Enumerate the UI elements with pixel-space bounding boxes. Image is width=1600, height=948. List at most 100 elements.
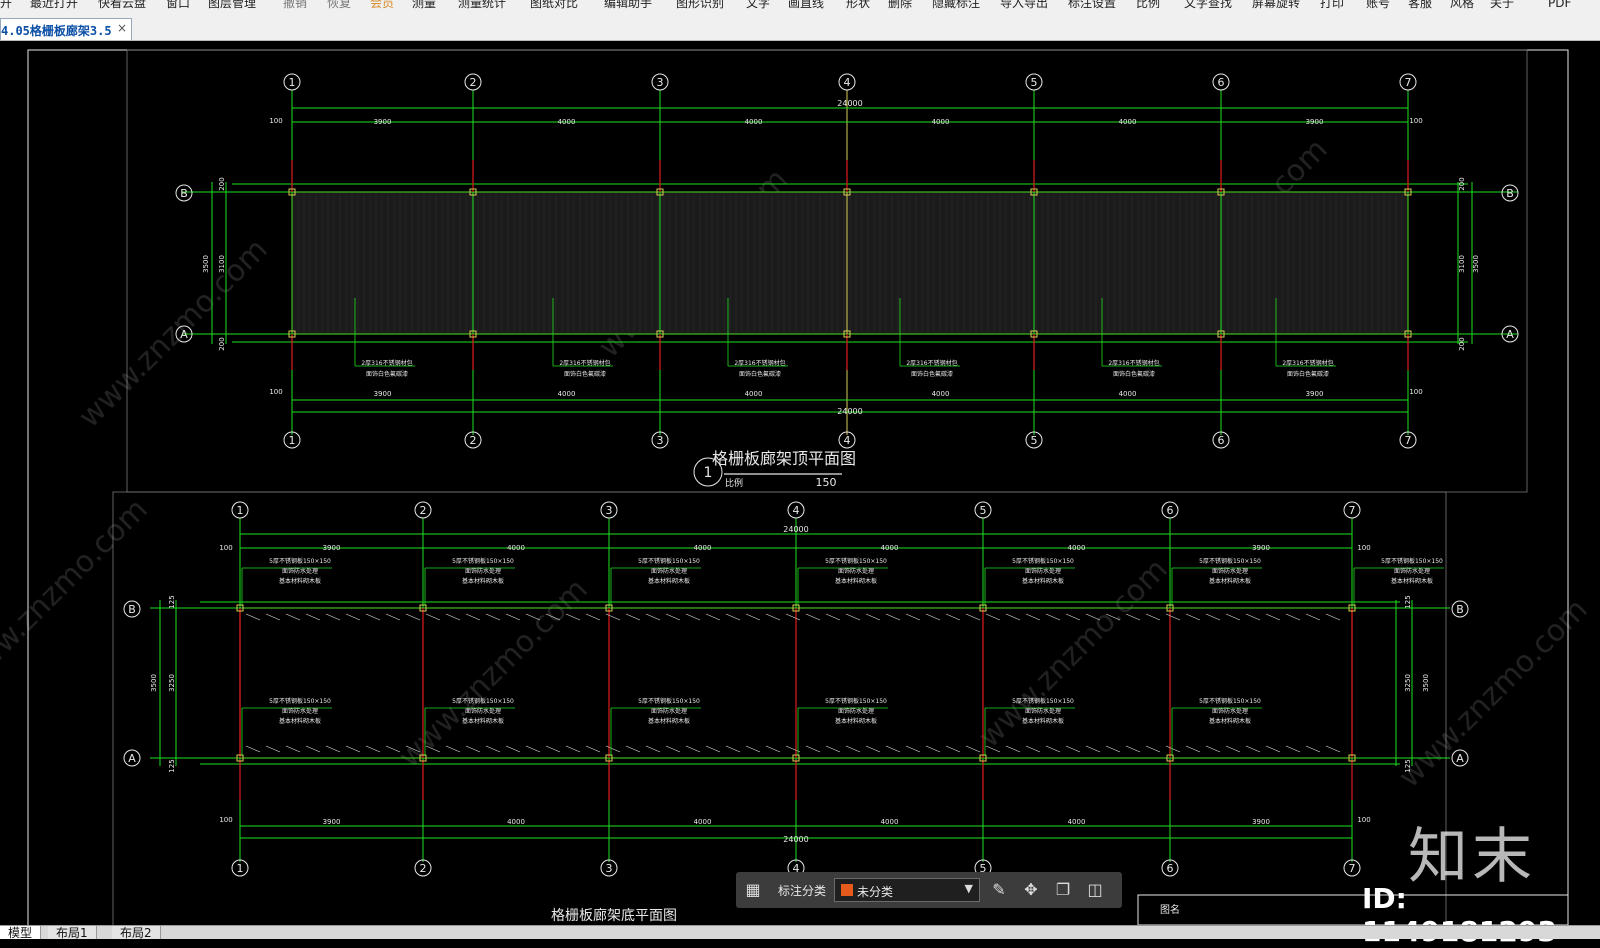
menu-item-27[interactable]: 关于 <box>1490 0 1514 10</box>
menu-item-13[interactable]: 文字 <box>746 0 770 10</box>
top-plan-note: 面饰白色氟碳漆 <box>911 370 953 378</box>
layout-tab-1[interactable]: 布局1 <box>48 926 97 939</box>
menu-item-20[interactable]: 比例 <box>1136 0 1160 10</box>
slat-mark <box>725 745 741 753</box>
slat-mark <box>565 745 581 753</box>
document-tab[interactable]: 4.05格栅板廊架3.5 × <box>0 18 132 40</box>
bottom-plan-span: 4000 <box>694 544 712 552</box>
slat-mark <box>745 745 761 753</box>
bottom-plan-ydim: 3500 <box>150 674 158 692</box>
menu-item-28[interactable]: PDF <box>1548 0 1571 10</box>
menu-item-10[interactable]: 图纸对比 <box>530 0 578 10</box>
layout-tab-bar: 模型 布局1 布局2 <box>0 925 1600 939</box>
layout-tab-2[interactable]: 布局2 <box>112 926 161 939</box>
slat-mark <box>925 745 941 753</box>
menu-item-25[interactable]: 客服 <box>1408 0 1432 10</box>
top-plan-title: 格栅板廊架顶平面图 <box>712 449 856 468</box>
menu-item-18[interactable]: 导入导出 <box>1000 0 1048 10</box>
slat-mark <box>645 613 661 621</box>
paste-icon[interactable]: ◫ <box>1084 879 1106 901</box>
slat-mark <box>285 745 301 753</box>
menu-item-22[interactable]: 屏幕旋转 <box>1252 0 1300 10</box>
layout-tab-0[interactable]: 模型 <box>0 926 42 939</box>
annotation-category-select[interactable]: 未分类 ▼ <box>834 878 980 902</box>
top-plan-ydim: 200 <box>218 177 226 190</box>
top-plan-span: 3900 <box>374 390 392 398</box>
top-plan-span: 4000 <box>932 118 950 126</box>
menu-item-12[interactable]: 图形识别 <box>676 0 724 10</box>
menu-item-1[interactable]: 最近打开 <box>30 0 78 10</box>
paper-frame <box>27 49 1569 925</box>
drawing-canvas[interactable]: 图名 www.znzmo.com www.znzmo.com www.znzmo.co… <box>0 40 1600 925</box>
document-tab-title: 4.05格栅板廊架3.5 <box>1 24 112 38</box>
menu-item-0[interactable]: 开 <box>0 0 12 10</box>
axis-label: 3 <box>606 862 613 875</box>
menu-item-9[interactable]: 测量统计 <box>458 0 506 10</box>
slat-mark <box>1045 745 1061 753</box>
slat-mark <box>445 745 461 753</box>
slat-mark <box>465 745 481 753</box>
axis-label: 7 <box>1405 434 1412 447</box>
bottom-plan-note: 面饰防水处理 <box>1212 707 1248 715</box>
slat-mark <box>865 613 881 621</box>
slat-mark <box>905 745 921 753</box>
axis-label: 6 <box>1167 504 1174 517</box>
copy-icon[interactable]: ❐ <box>1052 879 1074 901</box>
menu-item-17[interactable]: 隐藏标注 <box>932 0 980 10</box>
menu-item-11[interactable]: 编辑助手 <box>604 0 652 10</box>
edit-icon[interactable]: ✎ <box>988 879 1010 901</box>
bottom-plan-note: 5厚不锈钢板150×150 <box>1199 557 1261 565</box>
menu-item-21[interactable]: 文字查找 <box>1184 0 1232 10</box>
slat-mark <box>585 745 601 753</box>
slat-mark <box>425 613 441 621</box>
menu-item-15[interactable]: 形状 <box>846 0 870 10</box>
bottom-plan-note: 5厚不锈钢板150×150 <box>1199 697 1261 705</box>
slat-mark <box>605 745 621 753</box>
close-tab-icon[interactable]: × <box>117 21 127 35</box>
slat-mark <box>705 613 721 621</box>
menu-item-23[interactable]: 打印 <box>1320 0 1344 10</box>
slat-mark <box>1205 745 1221 753</box>
menu-item-7[interactable]: 会员 <box>370 0 394 10</box>
bottom-plan-note: 面饰防水处理 <box>651 567 687 575</box>
grid-icon[interactable]: ▦ <box>742 879 764 901</box>
slat-mark <box>1325 613 1341 621</box>
top-plan-note: 2厚316不锈钢材包 <box>1282 359 1333 367</box>
axis-label: B <box>1456 603 1464 616</box>
bottom-plan-note: 5厚不锈钢板150×150 <box>638 557 700 565</box>
menu-item-4[interactable]: 图层管理 <box>208 0 256 10</box>
menu-item-14[interactable]: 画直线 <box>788 0 824 10</box>
bottom-plan-note: 基本材料砌木板 <box>835 717 877 725</box>
menu-item-5[interactable]: 撤销 <box>283 0 307 10</box>
menu-item-26[interactable]: 风格 <box>1450 0 1474 10</box>
bottom-plan-note: 基本材料砌木板 <box>1209 717 1251 725</box>
slat-mark <box>945 745 961 753</box>
slat-mark <box>825 613 841 621</box>
bottom-plan-note: 面饰防水处理 <box>282 707 318 715</box>
menu-item-2[interactable]: 快看云盘 <box>98 0 146 10</box>
bottom-plan-note: 面饰防水处理 <box>1025 707 1061 715</box>
bottom-plan-note: 基本材料砌木板 <box>462 577 504 585</box>
top-plan-edge: 100 <box>269 117 282 125</box>
bottom-plan-note: 面饰防水处理 <box>1394 567 1430 575</box>
menu-item-8[interactable]: 测量 <box>412 0 436 10</box>
axis-label: 7 <box>1349 504 1356 517</box>
top-plan-ydim: 200 <box>1458 177 1466 190</box>
menu-item-19[interactable]: 标注设置 <box>1068 0 1116 10</box>
top-plan-edge: 100 <box>1409 388 1422 396</box>
menu-item-16[interactable]: 删除 <box>888 0 912 10</box>
axis-label: 3 <box>606 504 613 517</box>
menu-item-3[interactable]: 窗口 <box>166 0 190 10</box>
bottom-plan-note: 5厚不锈钢板150×150 <box>452 557 514 565</box>
bottom-plan-ydim: 125 <box>1404 595 1412 608</box>
top-plan-span: 4000 <box>1119 390 1137 398</box>
slat-mark <box>1325 745 1341 753</box>
slat-mark <box>1145 745 1161 753</box>
menu-item-24[interactable]: 账号 <box>1366 0 1390 10</box>
move-icon[interactable]: ✥ <box>1020 879 1042 901</box>
slat-mark <box>865 745 881 753</box>
menu-item-6[interactable]: 恢复 <box>327 0 351 10</box>
axis-label: 1 <box>237 862 244 875</box>
slat-mark <box>625 613 641 621</box>
bottom-plan-span: 3900 <box>323 818 341 826</box>
